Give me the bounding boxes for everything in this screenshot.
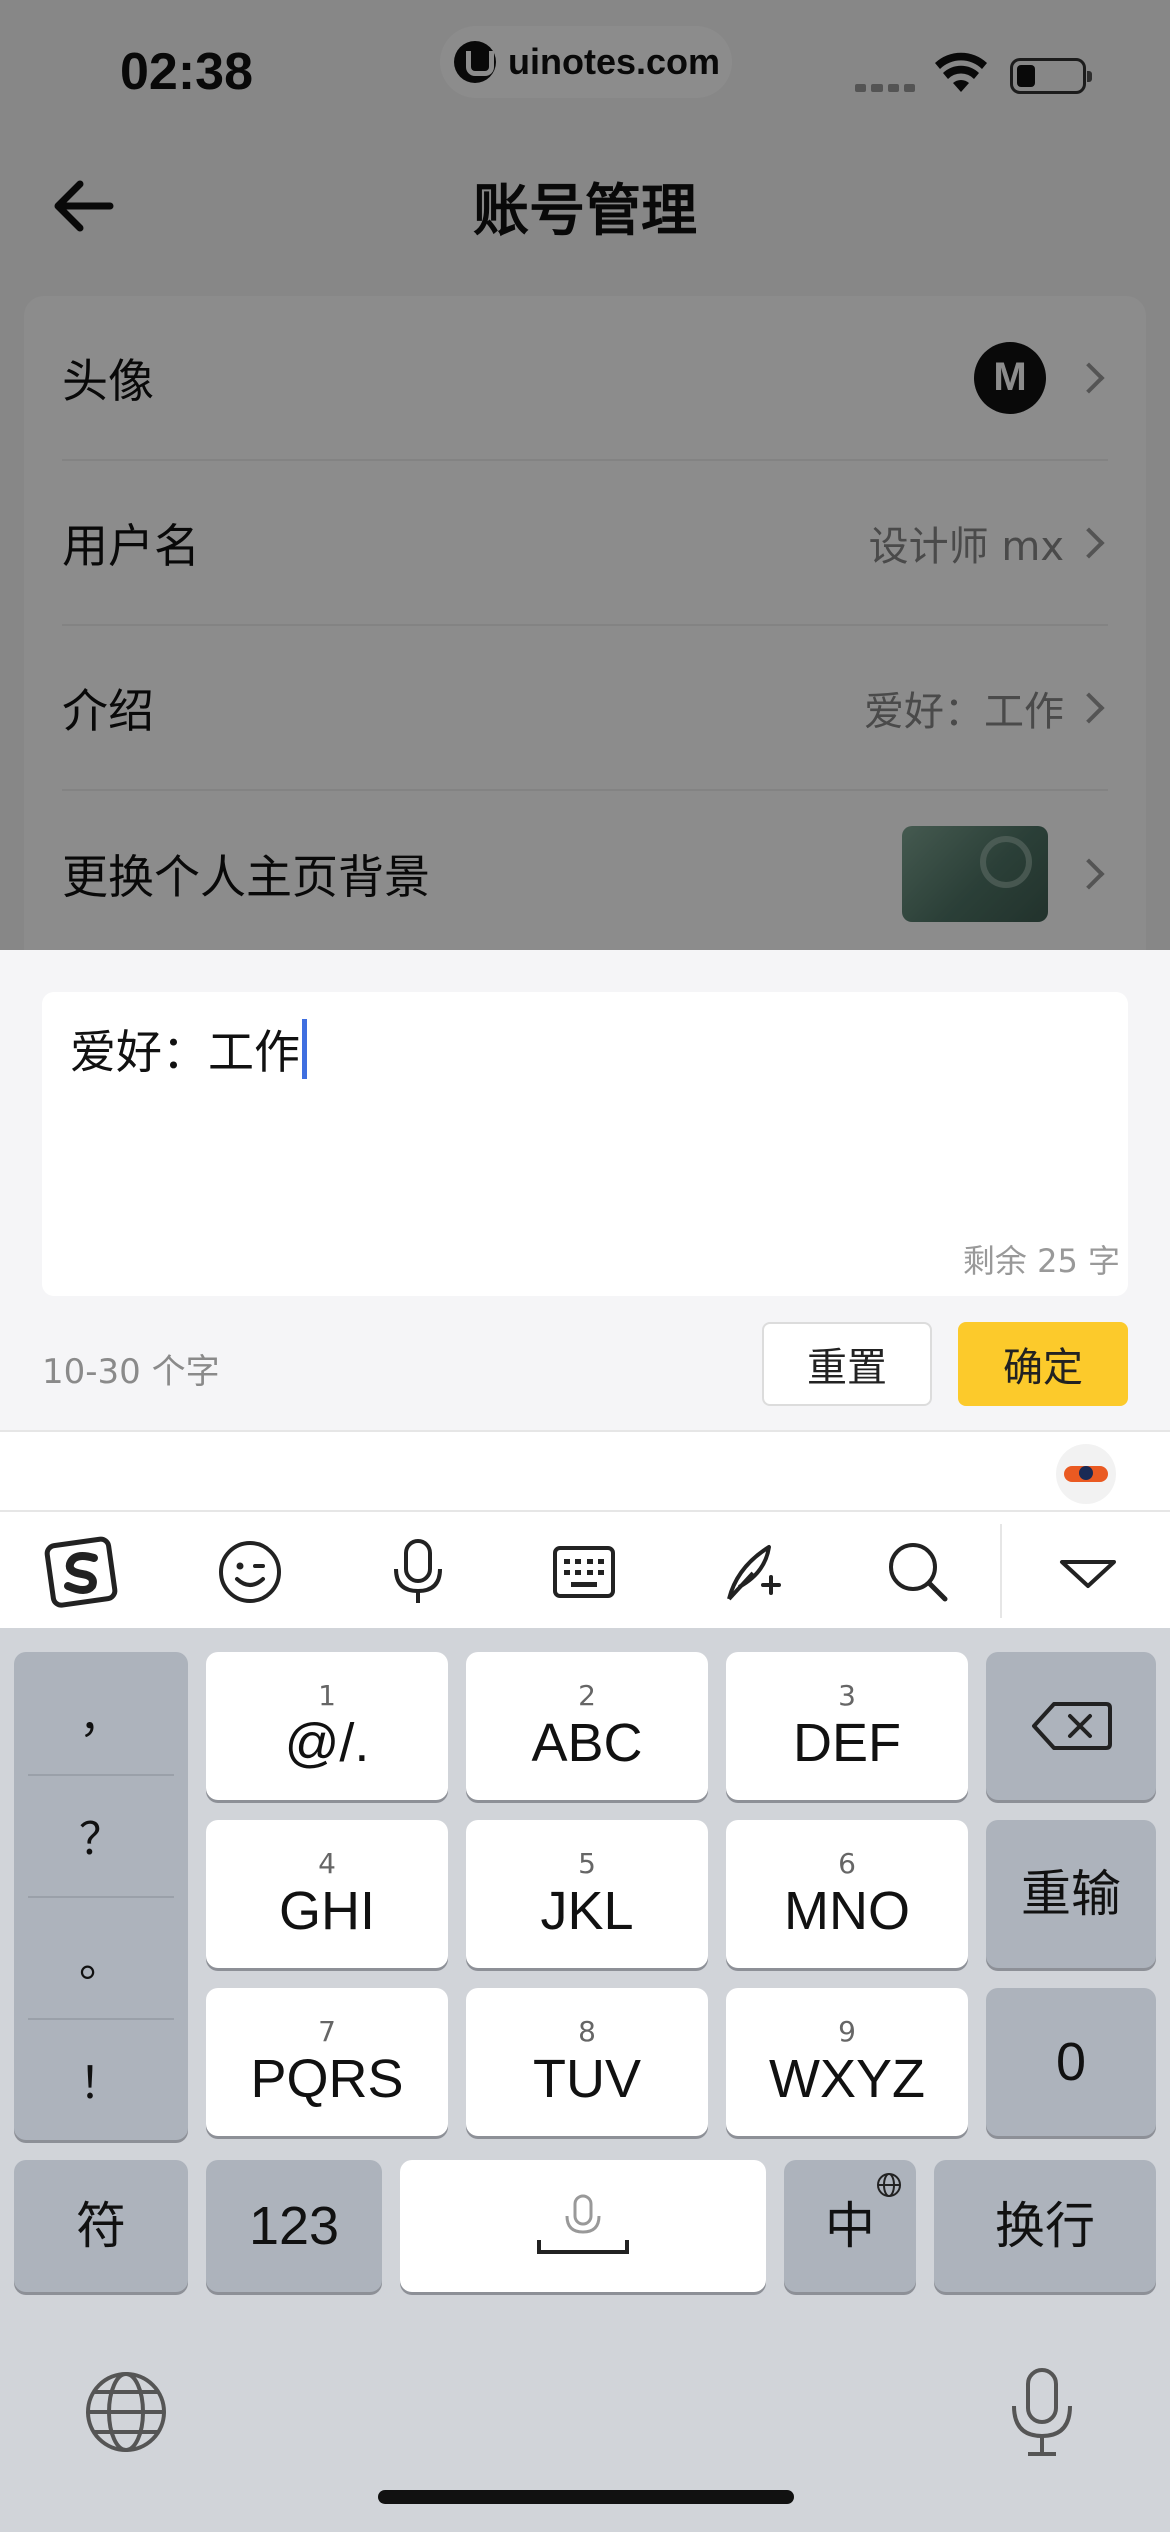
key-letters: TUV (533, 2049, 641, 2109)
language-key[interactable]: 中 (784, 2160, 916, 2292)
key-number: 6 (838, 1847, 856, 1880)
retype-key[interactable]: 重输 (986, 1820, 1156, 1968)
confirm-button[interactable]: 确定 (958, 1322, 1128, 1406)
enter-key[interactable]: 换行 (934, 2160, 1156, 2292)
modal-overlay[interactable] (0, 0, 1170, 950)
key-7[interactable]: 7 PQRS (206, 1988, 448, 2136)
key-5[interactable]: 5 JKL (466, 1820, 708, 1968)
remaining-count: 剩余 25 字 (962, 1242, 1120, 1280)
toolbar-divider (1000, 1524, 1002, 1618)
punctuation-column: ， ？ 。 ！ (14, 1652, 188, 2140)
key-number: 1 (318, 1679, 336, 1712)
backspace-key[interactable] (986, 1652, 1156, 1800)
key-letters: GHI (278, 1881, 375, 1941)
voice-input-icon[interactable] (380, 1534, 456, 1610)
symbols-key[interactable]: 符 (14, 2160, 188, 2292)
mascot-icon[interactable] (1056, 1444, 1116, 1504)
language-label: 中 (825, 2197, 875, 2255)
reset-button[interactable]: 重置 (762, 1322, 932, 1406)
numbers-label: 123 (248, 2196, 340, 2256)
globe-icon[interactable] (84, 2370, 168, 2454)
key-1[interactable]: 1 @/. (206, 1652, 448, 1800)
keyboard-candidate-bar (0, 1430, 1170, 1510)
home-indicator (378, 2490, 794, 2504)
key-letters: JKL (540, 1881, 634, 1941)
account-settings-page: 02:38 uinotes.com 账号管理 头像 M 用户名 设计师 mx 介… (0, 0, 1170, 950)
keyboard-layout-icon[interactable] (546, 1534, 622, 1610)
handwriting-icon[interactable] (714, 1534, 790, 1610)
key-9[interactable]: 9 WXYZ (726, 1988, 968, 2136)
key-number: 9 (838, 2015, 856, 2048)
dictation-mic-icon[interactable] (1004, 2366, 1080, 2458)
key-question[interactable]: ？ (14, 1774, 188, 1896)
key-letters: PQRS (250, 2049, 404, 2109)
backspace-icon (1032, 1702, 1112, 1750)
key-letters: WXYZ (769, 2049, 925, 2109)
symbols-label: 符 (76, 2197, 126, 2255)
key-period[interactable]: 。 (14, 1896, 188, 2018)
key-number: 5 (578, 1847, 596, 1880)
key-8[interactable]: 8 TUV (466, 1988, 708, 2136)
intro-edit-panel: 爱好：工作 剩余 25 字 10-30 个字 重置 确定 (0, 950, 1170, 1430)
key-number: 4 (318, 1847, 336, 1880)
text-caret (302, 1019, 307, 1079)
hide-keyboard-icon[interactable] (1050, 1534, 1126, 1610)
globe-small-icon (877, 2173, 901, 2197)
key-number: 8 (578, 2015, 596, 2048)
space-key[interactable] (400, 2160, 766, 2292)
key-0[interactable]: 0 (986, 1988, 1156, 2136)
key-letters: ABC (531, 1713, 643, 1773)
key-letters: DEF (793, 1713, 901, 1773)
key-number: 3 (838, 1679, 856, 1712)
key-comma[interactable]: ， (14, 1652, 188, 1774)
emoji-icon[interactable] (212, 1534, 288, 1610)
key-number: 7 (318, 2015, 336, 2048)
key-exclaim[interactable]: ！ (14, 2018, 188, 2140)
key-4[interactable]: 4 GHI (206, 1820, 448, 1968)
key-3[interactable]: 3 DEF (726, 1652, 968, 1800)
intro-text: 爱好：工作 (70, 1025, 300, 1079)
t9-keyboard: ， ？ 。 ！ 1 @/. 2 ABC 3 DEF 4 GHI 5 JKL 6 … (0, 1628, 1170, 2532)
sogou-logo-icon[interactable] (44, 1534, 120, 1610)
numbers-key[interactable]: 123 (206, 2160, 382, 2292)
key-zero-label: 0 (1055, 2032, 1087, 2092)
keyboard-toolbar (0, 1510, 1170, 1628)
intro-textarea[interactable]: 爱好：工作 剩余 25 字 (42, 992, 1128, 1296)
enter-label: 换行 (995, 2197, 1095, 2255)
key-2[interactable]: 2 ABC (466, 1652, 708, 1800)
space-mic-icon (537, 2194, 629, 2254)
search-icon[interactable] (880, 1534, 956, 1610)
key-letters: @/. (284, 1713, 370, 1773)
key-6[interactable]: 6 MNO (726, 1820, 968, 1968)
length-hint: 10-30 个字 (42, 1352, 220, 1392)
key-letters: MNO (784, 1881, 910, 1941)
retype-label: 重输 (1021, 1865, 1121, 1923)
key-number: 2 (578, 1679, 596, 1712)
